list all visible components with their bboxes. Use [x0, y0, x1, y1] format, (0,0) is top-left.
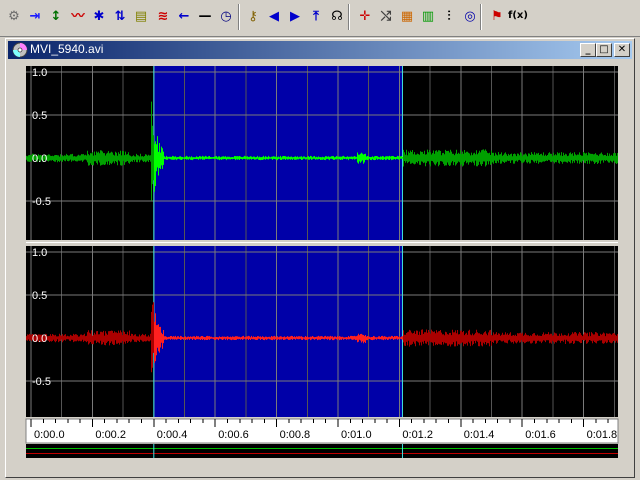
arrow-left-button[interactable]: ← — [173, 5, 195, 27]
vertical-zoom-icon: ↕ — [50, 8, 62, 24]
function-button[interactable]: f(x) — [507, 5, 529, 27]
toolbar-separator — [348, 4, 350, 30]
transform-button[interactable]: ⤭ — [375, 5, 397, 27]
mixer-icon: ⫶ — [447, 8, 451, 24]
channel-2-panel: 1.0 0.5 0.0 -0.5 — [26, 246, 618, 417]
equalizer-button[interactable]: ≋ — [152, 5, 174, 27]
overview-strip — [26, 444, 618, 458]
channel-2-selection — [153, 246, 403, 417]
spectrum-icon: ▤ — [134, 8, 148, 24]
time-tick-label: 0:00.0 — [34, 429, 65, 441]
clock-icon: ◷ — [220, 8, 232, 24]
y-tick-label: -0.5 — [32, 196, 51, 208]
mixer-button[interactable]: ⫶ — [438, 5, 460, 27]
settings-tool-icon: ⚙ — [8, 8, 20, 24]
y-tick-label: 1.0 — [32, 67, 47, 79]
wave-zoom-button[interactable]: 〰 — [67, 5, 89, 27]
line-tool-button[interactable]: — — [194, 5, 216, 27]
y-tick-label: 1.0 — [32, 247, 47, 259]
waveform-display[interactable]: 1.00.50.0-0.51.00.50.0-0.50:00.0 0:00.2 0:… — [6, 39, 636, 479]
time-tick-label: 0:01.0 — [341, 429, 372, 441]
time-tick-label: 0:00.6 — [218, 429, 249, 441]
y-tick-label: -0.5 — [32, 376, 51, 388]
crop-button[interactable]: ⤒ — [305, 5, 327, 27]
wave-zoom-icon: 〰 — [71, 8, 85, 24]
waveform-window: MVI_5940.avi _ □ ✕ 1.0 0.5 0.0 -0.5 1.0 0.5 0.… — [5, 38, 635, 478]
display-icon: ◎ — [464, 8, 476, 24]
key-find-button[interactable]: ⚷ — [242, 5, 264, 27]
time-tick-label: 0:00.4 — [157, 429, 188, 441]
y-tick-label: 0.5 — [32, 290, 47, 302]
time-tick-label: 0:00.8 — [280, 429, 311, 441]
goto-end-icon: ⇥ — [29, 8, 41, 24]
swap-arrows-button[interactable]: ⇅ — [109, 5, 131, 27]
time-tick-label: 0:01.4 — [464, 429, 495, 441]
toolbar-separator — [480, 4, 482, 30]
color-grid-button[interactable]: ▥ — [417, 5, 439, 27]
key-find-icon: ⚷ — [248, 8, 258, 24]
channel-1-selection — [153, 66, 403, 240]
swap-arrows-icon: ⇅ — [114, 8, 126, 24]
y-tick-label: 0.0 — [32, 153, 47, 165]
color-grid-icon: ▥ — [421, 8, 435, 24]
time-ruler: 0:00.0 0:00.2 0:00.4 0:00.6 0:00.8 0:01.0 0:01… — [25, 418, 619, 444]
clock-button[interactable]: ◷ — [215, 5, 237, 27]
vertical-zoom-button[interactable]: ↕ — [45, 5, 67, 27]
next-marker-button[interactable]: ▶ — [284, 5, 306, 27]
next-marker-icon: ▶ — [290, 8, 300, 24]
marker-flag-icon: ⚑ — [491, 8, 503, 24]
gear-icon: ✱ — [93, 8, 105, 24]
waveform-icon: ✛ — [359, 8, 371, 24]
line-tool-icon: — — [198, 8, 212, 24]
transform-icon: ⤭ — [380, 8, 392, 24]
display-button[interactable]: ◎ — [459, 5, 481, 27]
y-tick-label: 0.0 — [32, 333, 47, 345]
toolbar-separator — [238, 4, 240, 30]
waveform-button[interactable]: ✛ — [354, 5, 376, 27]
main-toolbar: ⚙ ⇥ ↕ 〰 ✱ ⇅ ▤ ≋ ← — ◷ ⚷ ◀ ▶ ⤒ ☊ ✛ ⤭ ▦ ▥ ⫶ ◎ ⚑ f(x) — [0, 0, 640, 37]
equalizer-icon: ≋ — [157, 8, 169, 24]
time-tick-label: 0:01.2 — [402, 429, 433, 441]
auto-adjust-icon: ☊ — [331, 8, 343, 24]
previous-marker-icon: ◀ — [269, 8, 279, 24]
overview-background — [26, 444, 618, 458]
time-tick-label: 0:01.6 — [525, 429, 556, 441]
spectrum-button[interactable]: ▤ — [130, 5, 152, 27]
marker-flag-button[interactable]: ⚑ — [486, 5, 508, 27]
settings-tool-button[interactable]: ⚙ — [3, 5, 25, 27]
auto-adjust-button[interactable]: ☊ — [326, 5, 348, 27]
color-palette-icon: ▦ — [400, 8, 414, 24]
time-tick-label: 0:00.2 — [95, 429, 126, 441]
color-palette-button[interactable]: ▦ — [396, 5, 418, 27]
crop-icon: ⤒ — [313, 8, 319, 24]
y-tick-label: 0.5 — [32, 110, 47, 122]
goto-end-button[interactable]: ⇥ — [24, 5, 46, 27]
arrow-left-icon: ← — [178, 8, 190, 24]
channel-1-panel: 1.0 0.5 0.0 -0.5 — [26, 66, 618, 240]
time-tick-label: 0:01.8 — [587, 429, 618, 441]
function-icon: f(x) — [508, 10, 528, 21]
gear-button[interactable]: ✱ — [88, 5, 110, 27]
previous-marker-button[interactable]: ◀ — [263, 5, 285, 27]
